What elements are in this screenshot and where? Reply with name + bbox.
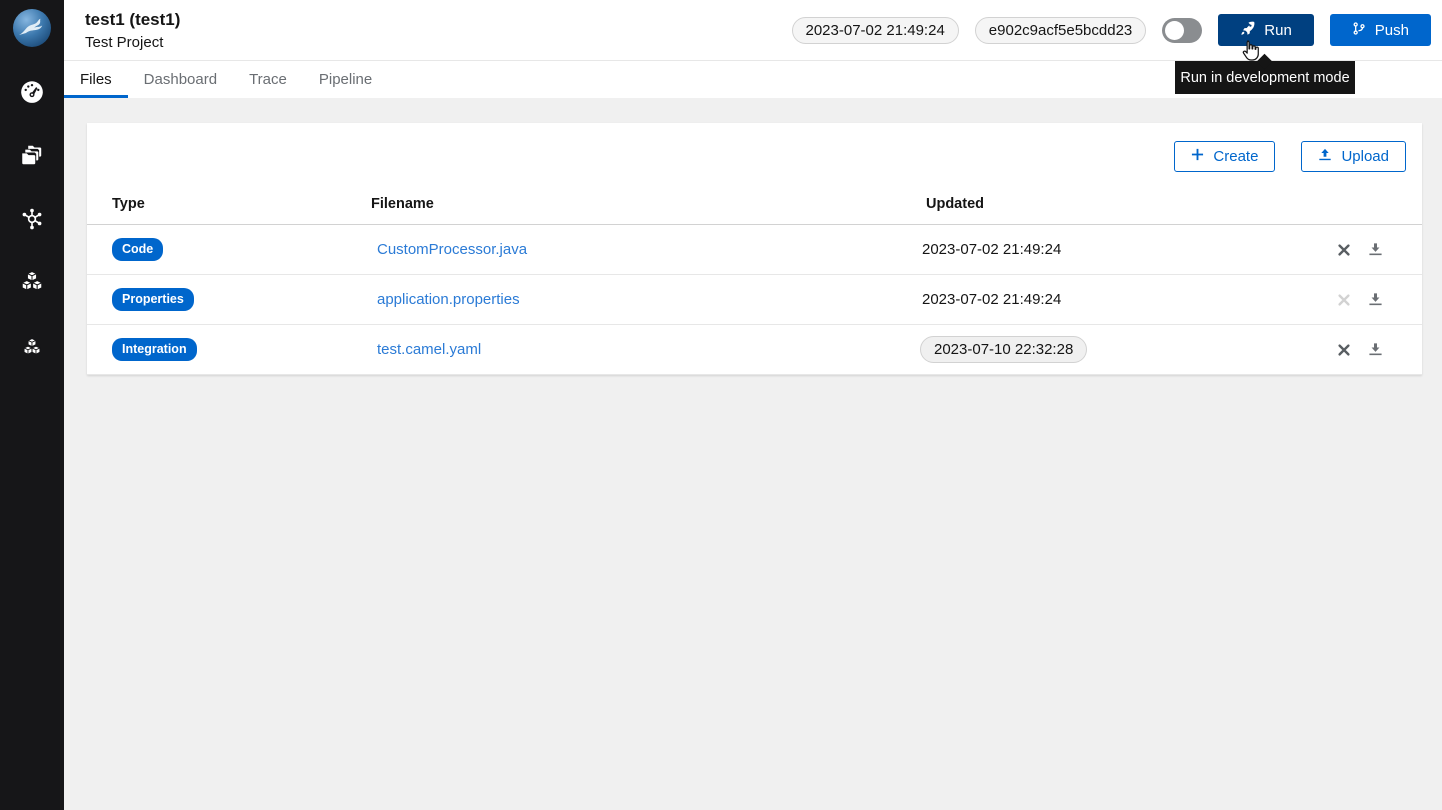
commit-time-badge: 2023-07-02 21:49:24 [792,17,959,44]
content-area: Create Upload Type Filename Updated Code [64,98,1442,810]
project-header: test1 (test1) Test Project 2023-07-02 21… [64,0,1442,61]
cubes-cluster-icon [20,335,44,359]
sidebar [0,0,64,810]
table-row: Integration test.camel.yaml 2023-07-10 2… [87,325,1422,375]
git-branch-icon [1352,21,1366,40]
sidebar-item-eip[interactable] [0,187,64,251]
page-title: test1 (test1) [85,10,180,30]
download-file-button[interactable] [1367,291,1384,308]
download-file-button[interactable] [1367,241,1384,258]
files-toolbar: Create Upload [87,123,1422,184]
run-tooltip: Run in development mode [1175,61,1355,94]
table-row: Code CustomProcessor.java 2023-07-02 21:… [87,225,1422,275]
delete-file-button[interactable] [1336,241,1352,258]
close-icon [1337,245,1351,260]
push-button[interactable]: Push [1330,14,1431,46]
header-controls: 2023-07-02 21:49:24 e902c9acf5e5bcdd23 R… [792,14,1432,46]
sidebar-item-dashboard[interactable] [0,59,64,123]
table-header: Type Filename Updated [87,184,1422,225]
file-type-badge: Integration [112,338,197,360]
upload-file-button[interactable]: Upload [1301,141,1406,172]
download-icon [1368,245,1383,260]
filename-link[interactable]: CustomProcessor.java [377,241,527,258]
tab-pipeline-label: Pipeline [319,71,372,88]
title-block: test1 (test1) Test Project [85,10,180,51]
run-tooltip-text: Run in development mode [1180,70,1349,86]
column-header-type: Type [112,196,371,212]
tab-files-label: Files [80,71,112,88]
download-icon [1368,345,1383,360]
create-button-label: Create [1213,148,1258,165]
toggle-knob [1165,21,1184,40]
tab-dashboard-label: Dashboard [144,71,217,88]
upload-icon [1318,148,1332,166]
dev-mode-toggle[interactable] [1162,18,1202,43]
projects-copy-icon [19,142,45,168]
sidebar-item-kamelets[interactable] [0,315,64,379]
hub-network-icon [19,206,45,232]
download-icon [1368,295,1383,310]
close-icon [1337,345,1351,360]
karavan-logo-icon[interactable] [12,8,52,48]
tab-dashboard[interactable]: Dashboard [128,61,233,98]
filename-link[interactable]: test.camel.yaml [377,341,481,358]
updated-timestamp: 2023-07-02 21:49:24 [922,291,1061,308]
download-file-button[interactable] [1367,341,1384,358]
create-file-button[interactable]: Create [1174,141,1275,172]
filename-link[interactable]: application.properties [377,291,520,308]
delete-file-button-disabled [1336,291,1352,308]
column-header-updated: Updated [926,196,1237,212]
tab-trace[interactable]: Trace [233,61,303,98]
rocket-icon [1240,21,1255,40]
tab-pipeline[interactable]: Pipeline [303,61,388,98]
page-subtitle: Test Project [85,34,180,51]
column-header-filename: Filename [371,196,926,212]
file-type-badge: Code [112,238,163,260]
file-type-badge: Properties [112,288,194,310]
run-button[interactable]: Run [1218,14,1314,46]
delete-file-button[interactable] [1336,341,1352,358]
updated-timestamp: 2023-07-02 21:49:24 [922,241,1061,258]
files-card: Create Upload Type Filename Updated Code [87,123,1422,375]
commit-hash-badge: e902c9acf5e5bcdd23 [975,17,1146,44]
sidebar-item-components[interactable] [0,251,64,315]
sidebar-nav [0,59,64,379]
tab-trace-label: Trace [249,71,287,88]
run-button-label: Run [1264,22,1292,39]
upload-button-label: Upload [1341,148,1389,165]
updated-timestamp-badge: 2023-07-10 22:32:28 [920,336,1087,363]
sidebar-item-projects[interactable] [0,123,64,187]
tab-files[interactable]: Files [64,61,128,98]
close-icon [1337,295,1351,310]
table-row: Properties application.properties 2023-0… [87,275,1422,325]
tachometer-icon [19,78,45,104]
cubes-icon [19,270,45,296]
push-button-label: Push [1375,22,1409,39]
plus-icon [1191,148,1204,165]
